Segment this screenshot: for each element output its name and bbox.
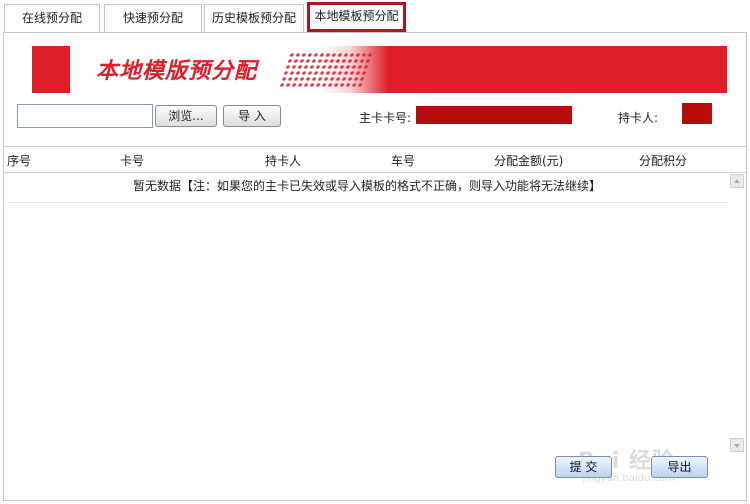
- column-header-allocated-points: 分配积分: [639, 154, 688, 168]
- main-card-number-value-redacted: [416, 106, 572, 124]
- export-button[interactable]: 导出: [651, 456, 708, 478]
- card-holder-label: 持卡人:: [618, 111, 659, 125]
- column-header-card-holder: 持卡人: [265, 154, 302, 168]
- tab-bar: 在线预分配 快速预分配 历史模板预分配 本地模板预分配: [0, 0, 750, 33]
- scroll-up-arrow-icon[interactable]: [730, 174, 744, 188]
- card-holder-value-redacted: [682, 103, 712, 124]
- main-panel: 本地模版预分配 浏览... 导 入 主卡卡号: 持卡人: 序号 卡号 持卡人 车…: [3, 32, 747, 501]
- tab-online-preallocation[interactable]: 在线预分配: [4, 4, 100, 33]
- banner-dots-decoration: [278, 52, 374, 88]
- column-header-allocated-amount: 分配金额(元): [494, 154, 564, 168]
- tab-local-template-preallocation[interactable]: 本地模板预分配: [307, 2, 406, 32]
- tab-label: 历史模板预分配: [211, 11, 296, 25]
- tab-label: 在线预分配: [21, 11, 82, 25]
- file-path-input[interactable]: [17, 104, 153, 128]
- scroll-down-arrow-icon[interactable]: [730, 438, 744, 452]
- column-header-vehicle-number: 车号: [391, 154, 416, 168]
- table-header: 序号 卡号 持卡人 车号 分配金额(元) 分配积分: [4, 146, 746, 173]
- tab-label: 本地模板预分配: [314, 9, 399, 23]
- submit-button[interactable]: 提 交: [555, 456, 612, 478]
- tab-quick-preallocation[interactable]: 快速预分配: [104, 4, 202, 33]
- main-card-number-label: 主卡卡号:: [359, 111, 412, 125]
- empty-table-message: 暂无数据【注：如果您的主卡已失效或导入模板的格式不正确，则导入功能将无法继续】: [7, 173, 727, 203]
- import-button[interactable]: 导 入: [223, 105, 281, 127]
- column-header-card-number: 卡号: [120, 154, 145, 168]
- tab-label: 快速预分配: [122, 11, 183, 25]
- page-banner: 本地模版预分配: [32, 46, 727, 93]
- tab-history-template-preallocation[interactable]: 历史模板预分配: [204, 4, 304, 33]
- page-title: 本地模版预分配: [96, 59, 258, 84]
- browse-button[interactable]: 浏览...: [155, 105, 217, 127]
- column-header-index: 序号: [7, 154, 32, 168]
